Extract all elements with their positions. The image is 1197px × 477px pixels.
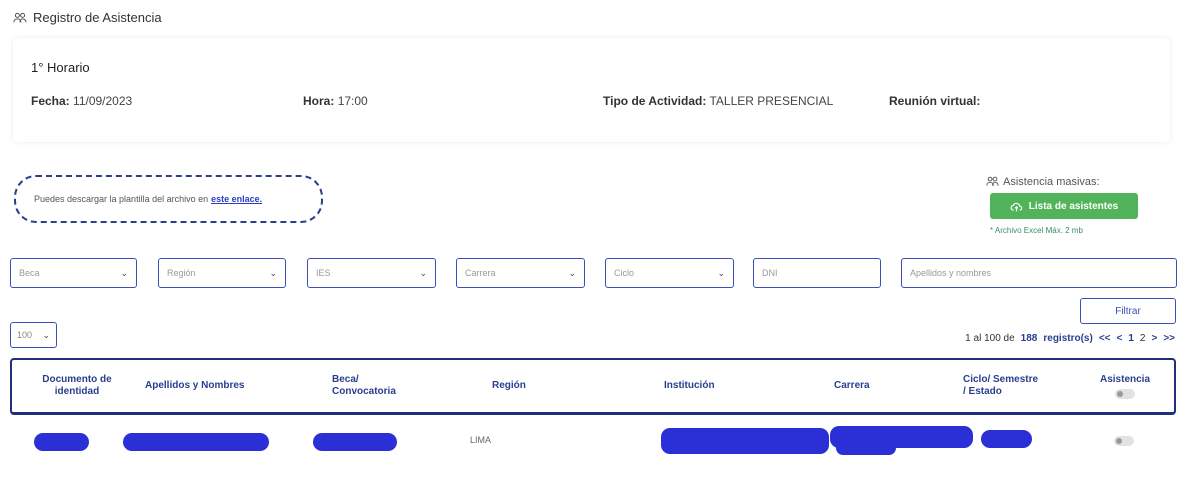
page-size-select[interactable]: 100 ⌄ xyxy=(10,322,57,348)
hora-label: Hora: xyxy=(303,94,335,108)
ies-select-value: IES xyxy=(316,268,331,278)
last-page-icon[interactable]: >> xyxy=(1163,333,1175,344)
tipo-value: TALLER PRESENCIAL xyxy=(709,94,834,108)
hora-value: 17:00 xyxy=(337,94,368,108)
carrera-select-value: Carrera xyxy=(465,268,496,278)
col-beca: Beca/ Convocatoria xyxy=(332,374,396,397)
schedule-card: 1° Horario Fecha: 11/09/2023 Hora: 17:00… xyxy=(13,38,1170,142)
page-title: Registro de Asistencia xyxy=(33,10,162,25)
asistencia-label: Asistencia xyxy=(1099,373,1151,385)
select-all-toggle[interactable] xyxy=(1115,388,1135,399)
cloud-upload-icon xyxy=(1010,202,1023,211)
col-asistencia: Asistencia xyxy=(1090,360,1160,412)
redacted-beca xyxy=(313,433,397,451)
redacted-carrera-2 xyxy=(836,441,896,455)
nombres-input[interactable]: Apellidos y nombres xyxy=(901,258,1177,288)
redacted-institucion xyxy=(661,428,829,454)
tipo-info: Tipo de Actividad: TALLER PRESENCIAL xyxy=(603,94,833,108)
dni-placeholder: DNI xyxy=(762,268,778,278)
page-size-value: 100 xyxy=(17,330,33,340)
fecha-label: Fecha: xyxy=(31,94,70,108)
upload-list-button[interactable]: Lista de asistentes xyxy=(990,193,1138,219)
dni-input[interactable]: DNI xyxy=(753,258,881,288)
horario-label: 1° Horario xyxy=(31,60,90,75)
prev-page-icon[interactable]: < xyxy=(1117,333,1123,344)
region-select[interactable]: Región ⌄ xyxy=(158,258,286,288)
col-ciclo: Ciclo/ Semestre / Estado xyxy=(963,374,1039,397)
upload-button-label: Lista de asistentes xyxy=(1028,200,1119,212)
chevron-down-icon: ⌄ xyxy=(269,267,277,278)
chevron-down-icon: ⌄ xyxy=(419,267,427,278)
pagination: 1 al 100 de 188 registro(s) << < 1 2 > >… xyxy=(965,333,1175,344)
template-download-box: Puedes descargar la plantilla del archiv… xyxy=(14,175,323,223)
redacted-nombres xyxy=(123,433,269,451)
ciclo-select-value: Ciclo xyxy=(614,268,635,278)
page-2[interactable]: 2 xyxy=(1140,333,1146,344)
ciclo-select[interactable]: Ciclo ⌄ xyxy=(605,258,734,288)
beca-select[interactable]: Beca ⌄ xyxy=(10,258,137,288)
nombres-placeholder: Apellidos y nombres xyxy=(910,268,992,278)
carrera-select[interactable]: Carrera ⌄ xyxy=(456,258,585,288)
col-nombres: Apellidos y Nombres xyxy=(145,380,245,391)
page-1[interactable]: 1 xyxy=(1128,333,1134,344)
next-page-icon[interactable]: > xyxy=(1151,333,1157,344)
table-header: Documento de identidad Apellidos y Nombr… xyxy=(10,358,1176,415)
fecha-value: 11/09/2023 xyxy=(73,94,133,108)
pager-range: 1 al 100 de xyxy=(965,333,1015,344)
redacted-doc xyxy=(34,433,89,451)
reunion-label: Reunión virtual: xyxy=(889,94,981,108)
ies-select[interactable]: IES ⌄ xyxy=(307,258,436,288)
region-cell: LIMA xyxy=(470,435,492,445)
table-row: LIMA xyxy=(10,421,1176,461)
attendance-toggle[interactable] xyxy=(1114,436,1134,446)
chevron-down-icon: ⌄ xyxy=(42,329,50,340)
col-carrera: Carrera xyxy=(834,380,870,391)
bulk-label-text: Asistencia masivas: xyxy=(1003,175,1100,188)
tipo-label: Tipo de Actividad: xyxy=(603,94,707,108)
download-text: Puedes descargar la plantilla del archiv… xyxy=(34,194,209,204)
pager-suffix: registro(s) xyxy=(1043,333,1093,344)
pager-total: 188 xyxy=(1020,333,1038,344)
download-link[interactable]: este enlace. xyxy=(211,194,262,204)
bulk-attendance-label: Asistencia masivas: xyxy=(986,175,1100,188)
col-region: Región xyxy=(492,380,526,391)
chevron-down-icon: ⌄ xyxy=(717,267,725,278)
first-page-icon[interactable]: << xyxy=(1099,333,1111,344)
region-select-value: Región xyxy=(167,268,196,278)
users-icon xyxy=(986,176,999,186)
col-doc: Documento de identidad xyxy=(42,374,112,397)
fecha-info: Fecha: 11/09/2023 xyxy=(31,94,132,108)
users-icon xyxy=(13,12,27,22)
redacted-ciclo xyxy=(981,430,1032,448)
filter-button[interactable]: Filtrar xyxy=(1080,298,1176,324)
chevron-down-icon: ⌄ xyxy=(568,267,576,278)
page-header: Registro de Asistencia xyxy=(13,10,162,25)
file-hint: * Archivo Excel Máx. 2 mb xyxy=(990,226,1083,235)
col-institucion: Institución xyxy=(664,380,715,391)
chevron-down-icon: ⌄ xyxy=(120,267,128,278)
hora-info: Hora: 17:00 xyxy=(303,94,368,108)
beca-select-value: Beca xyxy=(19,268,40,278)
reunion-info: Reunión virtual: xyxy=(889,94,980,108)
